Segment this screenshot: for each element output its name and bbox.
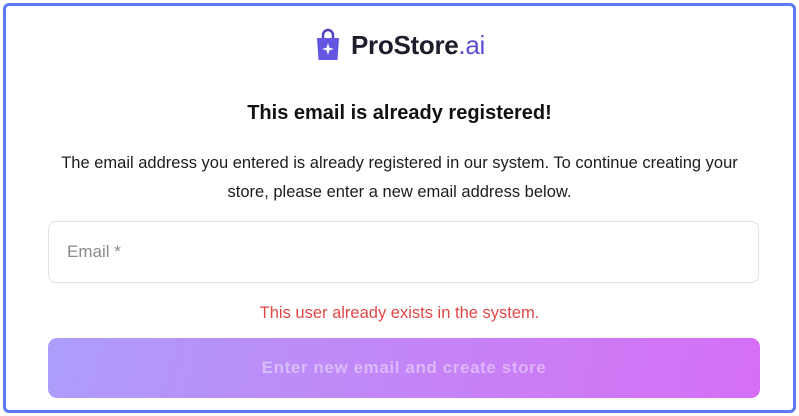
shopping-bag-sparkle-icon [317, 28, 340, 60]
email-input[interactable] [65, 241, 758, 263]
brand-logo: ProStore.ai [6, 28, 793, 62]
description-text: The email address you entered is already… [61, 154, 738, 201]
brand-name-suffix: .ai [458, 29, 485, 60]
registration-dialog: ProStore.ai This email is already regist… [3, 3, 796, 413]
page-title: This email is already registered! [247, 102, 552, 124]
brand-name-main: ProStore [351, 29, 459, 60]
brand-name: ProStore.ai [351, 30, 485, 61]
error-message: This user already exists in the system. [259, 304, 540, 322]
create-store-button[interactable]: Enter new email and create store [48, 338, 760, 398]
email-field[interactable] [48, 221, 759, 283]
